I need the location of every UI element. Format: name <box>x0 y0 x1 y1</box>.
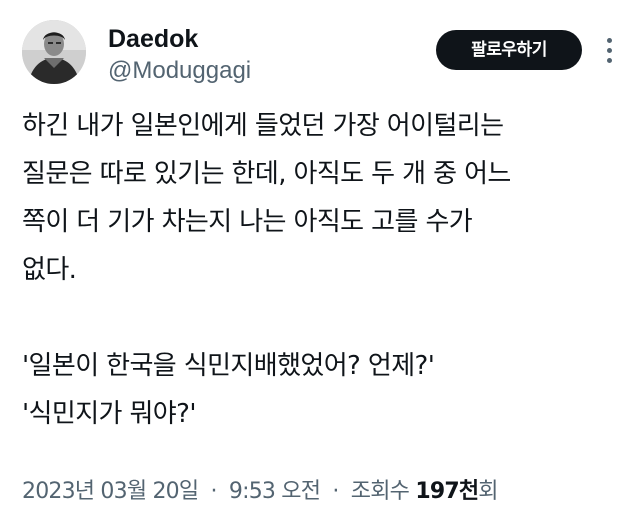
avatar-photo <box>22 20 86 84</box>
dot <box>607 38 612 43</box>
dot <box>607 48 612 53</box>
views-label: 조회수 <box>350 479 410 504</box>
tweet-header: Daedok @Moduggagi 팔로우하기 <box>22 20 622 90</box>
follow-button[interactable]: 팔로우하기 <box>436 30 582 70</box>
tweet-line: 없다. <box>22 255 77 285</box>
dot <box>607 58 612 63</box>
tweet-meta: 2023년 03월 20일 · 9:53 오전 · 조회수 197천회 <box>22 474 622 510</box>
meta-separator: · <box>332 479 339 504</box>
views-count: 197천 <box>415 479 479 504</box>
avatar[interactable] <box>22 20 86 84</box>
tweet-time[interactable]: 9:53 오전 <box>229 479 321 504</box>
tweet-line: 쪽이 더 기가 차는지 나는 아직도 고를 수가 <box>22 207 473 237</box>
handle[interactable]: @Moduggagi <box>108 56 251 86</box>
display-name[interactable]: Daedok <box>108 24 198 54</box>
more-dots-icon[interactable] <box>598 32 622 68</box>
paragraph-break <box>22 294 622 342</box>
tweet-line: '식민지가 뭐야?' <box>22 399 196 429</box>
tweet-text: 하긴 내가 일본인에게 들었던 가장 어이털리는 질문은 따로 있기는 한데, … <box>22 102 622 438</box>
tweet-line: 하긴 내가 일본인에게 들었던 가장 어이털리는 <box>22 111 504 141</box>
tweet-line: '일본이 한국을 식민지배했었어? 언제?' <box>22 351 435 381</box>
tweet-date[interactable]: 2023년 03월 20일 <box>22 479 199 504</box>
views-suffix: 회 <box>478 479 498 504</box>
meta-separator: · <box>210 479 218 504</box>
tweet-line: 질문은 따로 있기는 한데, 아직도 두 개 중 어느 <box>22 159 511 189</box>
